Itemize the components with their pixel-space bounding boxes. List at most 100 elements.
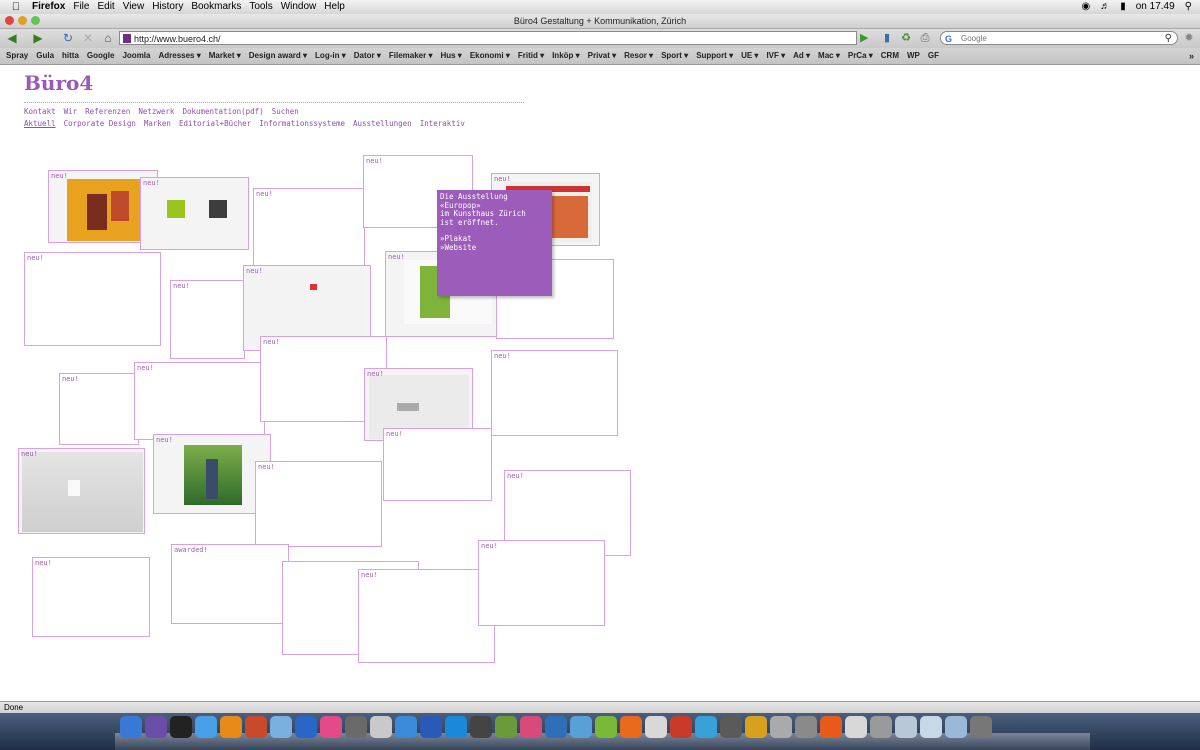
- project-thumbnail-tile[interactable]: neu!: [153, 434, 271, 514]
- dock-app-icon[interactable]: [720, 716, 742, 738]
- url-field[interactable]: http://www.buero4.ch/: [119, 31, 857, 45]
- forward-arrow-icon[interactable]: ▶: [30, 31, 46, 45]
- nav-link-corporate-design[interactable]: Corporate Design: [64, 119, 136, 128]
- bookmark-prca[interactable]: PrCa ▾: [848, 48, 873, 64]
- dock-app-icon[interactable]: [645, 716, 667, 738]
- project-tile[interactable]: neu!: [383, 428, 492, 501]
- menu-view[interactable]: View: [123, 0, 153, 14]
- menu-file[interactable]: File: [73, 0, 97, 14]
- dock-app-icon[interactable]: [545, 716, 567, 738]
- back-arrow-icon[interactable]: ◀: [4, 31, 20, 45]
- bookmarks-overflow-icon[interactable]: »: [1189, 48, 1194, 64]
- bookmark-hitta[interactable]: hitta: [62, 48, 79, 64]
- nav-link-interaktiv[interactable]: Interaktiv: [420, 119, 465, 128]
- project-tile[interactable]: neu!: [491, 350, 618, 436]
- stop-icon[interactable]: ✕: [80, 31, 96, 45]
- volume-icon[interactable]: ♬: [1100, 0, 1110, 14]
- dock-app-icon[interactable]: [445, 716, 467, 738]
- google-search-icon[interactable]: G: [945, 33, 952, 46]
- dock-app-icon[interactable]: [420, 716, 442, 738]
- go-arrow-icon[interactable]: ▶: [860, 31, 872, 45]
- project-tile[interactable]: neu!: [170, 280, 245, 359]
- addon-icon[interactable]: ♻: [899, 31, 913, 45]
- reload-icon[interactable]: ↻: [60, 31, 76, 45]
- bookmark-ad[interactable]: Ad ▾: [793, 48, 810, 64]
- dock-app-icon[interactable]: [670, 716, 692, 738]
- bookmark-log-in[interactable]: Log-in ▾: [315, 48, 346, 64]
- project-tile[interactable]: neu!: [134, 362, 265, 440]
- dock-app-icon[interactable]: [170, 716, 192, 738]
- dock-app-icon[interactable]: [220, 716, 242, 738]
- bookmark-mac[interactable]: Mac ▾: [818, 48, 840, 64]
- dock-app-icon[interactable]: [520, 716, 542, 738]
- bookmark-gf[interactable]: GF: [928, 48, 939, 64]
- bookmark-joomla[interactable]: Joomla: [122, 48, 150, 64]
- dock-app-icon[interactable]: [695, 716, 717, 738]
- bookmark-resor[interactable]: Resor ▾: [624, 48, 653, 64]
- dock-app-icon[interactable]: [570, 716, 592, 738]
- dock-app-icon[interactable]: [795, 716, 817, 738]
- bookmark-wp[interactable]: WP: [907, 48, 920, 64]
- nav-link-suchen[interactable]: Suchen: [272, 107, 299, 116]
- menu-bookmarks[interactable]: Bookmarks: [191, 0, 249, 14]
- dock-app-icon[interactable]: [970, 716, 992, 738]
- popup-link-website[interactable]: »Website: [440, 243, 549, 253]
- bookmark-filemaker[interactable]: Filemaker ▾: [389, 48, 433, 64]
- menu-edit[interactable]: Edit: [97, 0, 122, 14]
- dock-app-icon[interactable]: [245, 716, 267, 738]
- bookmark-ink-p[interactable]: Inköp ▾: [552, 48, 580, 64]
- dock-app-icon[interactable]: [320, 716, 342, 738]
- dock-app-icon[interactable]: [395, 716, 417, 738]
- dock-app-icon[interactable]: [770, 716, 792, 738]
- project-tile[interactable]: neu!: [253, 188, 365, 269]
- dock-app-icon[interactable]: [620, 716, 642, 738]
- nav-link-ausstellungen[interactable]: Ausstellungen: [353, 119, 412, 128]
- bookmark-fritid[interactable]: Fritid ▾: [518, 48, 544, 64]
- dock-app-icon[interactable]: [820, 716, 842, 738]
- dock-app-icon[interactable]: [845, 716, 867, 738]
- bookmark-sport[interactable]: Sport ▾: [661, 48, 688, 64]
- magnifier-icon[interactable]: ⚲: [1165, 32, 1172, 45]
- menu-help[interactable]: Help: [324, 0, 353, 14]
- dock-app-icon[interactable]: [270, 716, 292, 738]
- menu-app[interactable]: Firefox: [32, 0, 73, 14]
- nav-link-aktuell[interactable]: Aktuell: [24, 119, 56, 128]
- apple-icon[interactable]: : [10, 0, 22, 14]
- news-popup[interactable]: Die Ausstellung «Europop» im Kunsthaus Z…: [437, 190, 552, 296]
- bookmark-ekonomi[interactable]: Ekonomi ▾: [470, 48, 510, 64]
- project-thumbnail-tile[interactable]: neu!: [18, 448, 145, 534]
- nav-link-informationssysteme[interactable]: Informationssysteme: [259, 119, 345, 128]
- project-tile[interactable]: neu!: [24, 252, 161, 346]
- bookmark-design-award[interactable]: Design award ▾: [249, 48, 307, 64]
- bookmark-hus[interactable]: Hus ▾: [440, 48, 461, 64]
- menu-window[interactable]: Window: [281, 0, 325, 14]
- menu-tools[interactable]: Tools: [249, 0, 280, 14]
- dock-app-icon[interactable]: [895, 716, 917, 738]
- nav-link-netzwerk[interactable]: Netzwerk: [138, 107, 174, 116]
- menubar-clock[interactable]: on 17.49: [1136, 0, 1175, 14]
- minimize-window-button[interactable]: [18, 16, 27, 25]
- bookmark-gula[interactable]: Gula: [36, 48, 54, 64]
- site-logo[interactable]: Büro4: [24, 71, 93, 95]
- close-window-button[interactable]: [5, 16, 14, 25]
- menu-history[interactable]: History: [152, 0, 191, 14]
- project-tile[interactable]: neu!: [32, 557, 150, 637]
- bookmark-adresses[interactable]: Adresses ▾: [158, 48, 200, 64]
- nav-link-wir[interactable]: Wir: [64, 107, 78, 116]
- dock-app-icon[interactable]: [145, 716, 167, 738]
- dock-app-icon[interactable]: [870, 716, 892, 738]
- dock-app-icon[interactable]: [470, 716, 492, 738]
- bookmark-icon[interactable]: ▮: [880, 31, 894, 45]
- bookmark-google[interactable]: Google: [87, 48, 115, 64]
- project-tile[interactable]: neu!: [59, 373, 139, 445]
- dock-app-icon[interactable]: [120, 716, 142, 738]
- bookmark-crm[interactable]: CRM: [881, 48, 899, 64]
- dock-app-icon[interactable]: [345, 716, 367, 738]
- search-input[interactable]: G Google ⚲: [940, 31, 1178, 45]
- home-icon[interactable]: ⌂: [100, 31, 116, 45]
- dock-app-icon[interactable]: [945, 716, 967, 738]
- dock-app-icon[interactable]: [595, 716, 617, 738]
- nav-link-kontakt[interactable]: Kontakt: [24, 107, 56, 116]
- dock-app-icon[interactable]: [295, 716, 317, 738]
- bookmark-spray[interactable]: Spray: [6, 48, 28, 64]
